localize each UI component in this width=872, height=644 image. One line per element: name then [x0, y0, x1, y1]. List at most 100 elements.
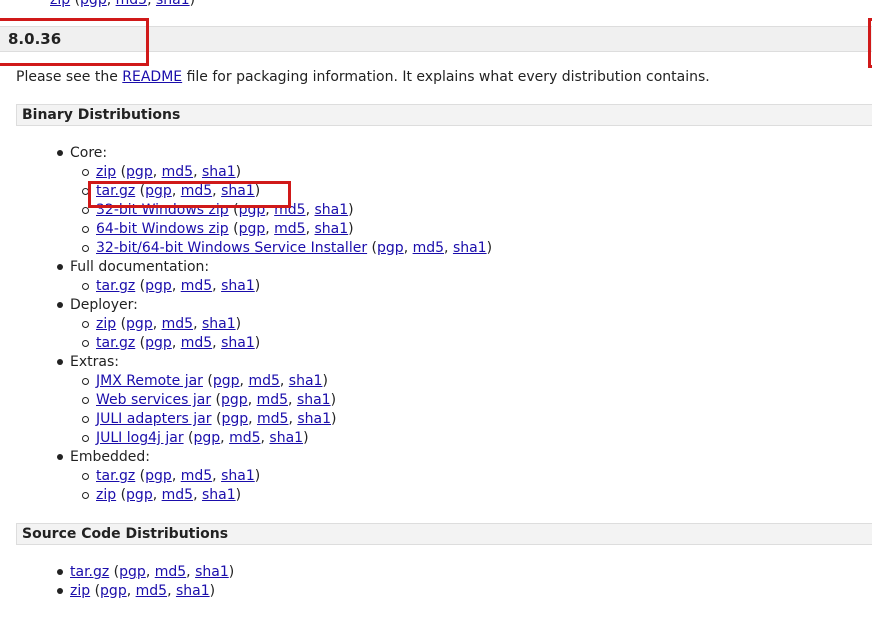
md5-link[interactable]: md5 — [274, 221, 305, 237]
highlight-box-right-edge — [868, 18, 872, 68]
binary-distributions-header: Binary Distributions — [16, 104, 872, 126]
group-items: JMX Remote jar (pgp, md5, sha1) Web servi… — [70, 372, 492, 448]
distribution-group: Embedded: tar.gz (pgp, md5, sha1) zip (pgp… — [56, 448, 492, 505]
sha1-link[interactable]: sha1 — [202, 487, 236, 503]
download-item: zip (pgp, md5, sha1) — [56, 582, 234, 601]
intro-after: file for packaging information. It expla… — [182, 69, 710, 85]
download-item: zip (pgp, md5, sha1) — [70, 486, 492, 505]
download-link[interactable]: zip — [96, 487, 116, 503]
download-link[interactable]: tar.gz — [96, 335, 135, 351]
group-label: Deployer: — [70, 297, 138, 313]
pgp-link[interactable]: pgp — [145, 468, 172, 484]
pgp-link[interactable]: pgp — [145, 335, 172, 351]
readme-link[interactable]: README — [122, 69, 182, 85]
pgp-link[interactable]: pgp — [126, 316, 153, 332]
md5-link[interactable]: md5 — [413, 240, 444, 256]
md5-link[interactable]: md5 — [229, 430, 260, 446]
section-heading: Source Code Distributions — [22, 526, 229, 542]
download-link[interactable]: 64-bit Windows zip — [96, 221, 229, 237]
sha1-link[interactable]: sha1 — [221, 468, 255, 484]
sha1-link[interactable]: sha1 — [453, 240, 487, 256]
pgp-link[interactable]: pgp — [213, 373, 240, 389]
download-link[interactable]: zip — [50, 0, 70, 8]
download-link[interactable]: Web services jar — [96, 392, 211, 408]
download-link[interactable]: tar.gz — [96, 468, 135, 484]
sha1-link[interactable]: sha1 — [176, 583, 210, 599]
sha1-link[interactable]: sha1 — [269, 430, 303, 446]
download-item: Web services jar (pgp, md5, sha1) — [70, 391, 492, 410]
md5-link[interactable]: md5 — [162, 164, 193, 180]
download-item: tar.gz (pgp, md5, sha1) — [56, 563, 234, 582]
source-distributions-list: tar.gz (pgp, md5, sha1) zip (pgp, md5, sh… — [56, 563, 234, 601]
section-heading: Binary Distributions — [22, 107, 181, 123]
sha1-link[interactable]: sha1 — [315, 221, 349, 237]
md5-link[interactable]: md5 — [257, 392, 288, 408]
group-items: zip (pgp, md5, sha1) tar.gz (pgp, md5, sh… — [70, 315, 492, 353]
source-distributions-header: Source Code Distributions — [16, 523, 872, 545]
download-item: JMX Remote jar (pgp, md5, sha1) — [70, 372, 492, 391]
distribution-group: Full documentation: tar.gz (pgp, md5, sha… — [56, 258, 492, 296]
sha1-link[interactable]: sha1 — [202, 316, 236, 332]
group-items: tar.gz (pgp, md5, sha1) zip (pgp, md5, sh… — [70, 467, 492, 505]
pgp-link[interactable]: pgp — [377, 240, 404, 256]
download-link[interactable]: zip — [96, 316, 116, 332]
md5-link[interactable]: md5 — [257, 411, 288, 427]
download-item: tar.gz (pgp, md5, sha1) — [70, 277, 492, 296]
highlight-box-version — [0, 18, 149, 66]
download-item: tar.gz (pgp, md5, sha1) — [70, 467, 492, 486]
md5-link[interactable]: md5 — [162, 316, 193, 332]
pgp-link[interactable]: pgp — [221, 392, 248, 408]
download-link[interactable]: zip — [70, 583, 90, 599]
download-link[interactable]: tar.gz — [96, 278, 135, 294]
group-label: Embedded: — [70, 449, 150, 465]
pgp-link[interactable]: pgp — [221, 411, 248, 427]
md5-link[interactable]: md5 — [162, 487, 193, 503]
download-item: zip (pgp, md5, sha1) — [70, 163, 492, 182]
pgp-link[interactable]: pgp — [119, 564, 146, 580]
download-link[interactable]: 32-bit/64-bit Windows Service Installer — [96, 240, 367, 256]
download-item: 32-bit/64-bit Windows Service Installer … — [70, 239, 492, 258]
pgp-link[interactable]: pgp — [194, 430, 221, 446]
sha1-link[interactable]: sha1 — [289, 373, 323, 389]
pgp-link[interactable]: pgp — [145, 278, 172, 294]
pgp-link[interactable]: pgp — [100, 583, 127, 599]
md5-link[interactable]: md5 — [155, 564, 186, 580]
distribution-group: Extras: JMX Remote jar (pgp, md5, sha1) We… — [56, 353, 492, 448]
group-items: tar.gz (pgp, md5, sha1) — [70, 277, 492, 296]
sha1-link[interactable]: sha1 — [315, 202, 349, 218]
download-link[interactable]: tar.gz — [70, 564, 109, 580]
group-label: Full documentation: — [70, 259, 210, 275]
highlight-box-core-targz — [88, 181, 291, 208]
sha1-link[interactable]: sha1 — [202, 164, 236, 180]
pgp-link[interactable]: pgp — [126, 487, 153, 503]
group-label: Extras: — [70, 354, 119, 370]
download-link[interactable]: zip — [96, 164, 116, 180]
download-item: zip (pgp, md5, sha1) — [70, 315, 492, 334]
sha1-link[interactable]: sha1 — [297, 411, 331, 427]
group-label: Core: — [70, 145, 108, 161]
download-item: JULI adapters jar (pgp, md5, sha1) — [70, 410, 492, 429]
intro-before: Please see the — [16, 69, 123, 85]
download-link[interactable]: JULI adapters jar — [96, 411, 212, 427]
sha1-link[interactable]: sha1 — [156, 0, 190, 8]
md5-link[interactable]: md5 — [248, 373, 279, 389]
previous-release-zip-row: zip (pgp, md5, sha1) — [50, 0, 195, 9]
sha1-link[interactable]: sha1 — [195, 564, 229, 580]
pgp-link[interactable]: pgp — [239, 221, 266, 237]
intro-text: Please see the README file for packaging… — [16, 68, 710, 86]
md5-link[interactable]: md5 — [116, 0, 147, 8]
download-link[interactable]: JMX Remote jar — [96, 373, 203, 389]
sha1-link[interactable]: sha1 — [221, 278, 255, 294]
pgp-link[interactable]: pgp — [80, 0, 107, 8]
sha1-link[interactable]: sha1 — [297, 392, 331, 408]
download-item: JULI log4j jar (pgp, md5, sha1) — [70, 429, 492, 448]
md5-link[interactable]: md5 — [136, 583, 167, 599]
download-item: 64-bit Windows zip (pgp, md5, sha1) — [70, 220, 492, 239]
md5-link[interactable]: md5 — [181, 468, 212, 484]
pgp-link[interactable]: pgp — [126, 164, 153, 180]
md5-link[interactable]: md5 — [181, 278, 212, 294]
download-link[interactable]: JULI log4j jar — [96, 430, 184, 446]
download-item: tar.gz (pgp, md5, sha1) — [70, 334, 492, 353]
md5-link[interactable]: md5 — [181, 335, 212, 351]
sha1-link[interactable]: sha1 — [221, 335, 255, 351]
